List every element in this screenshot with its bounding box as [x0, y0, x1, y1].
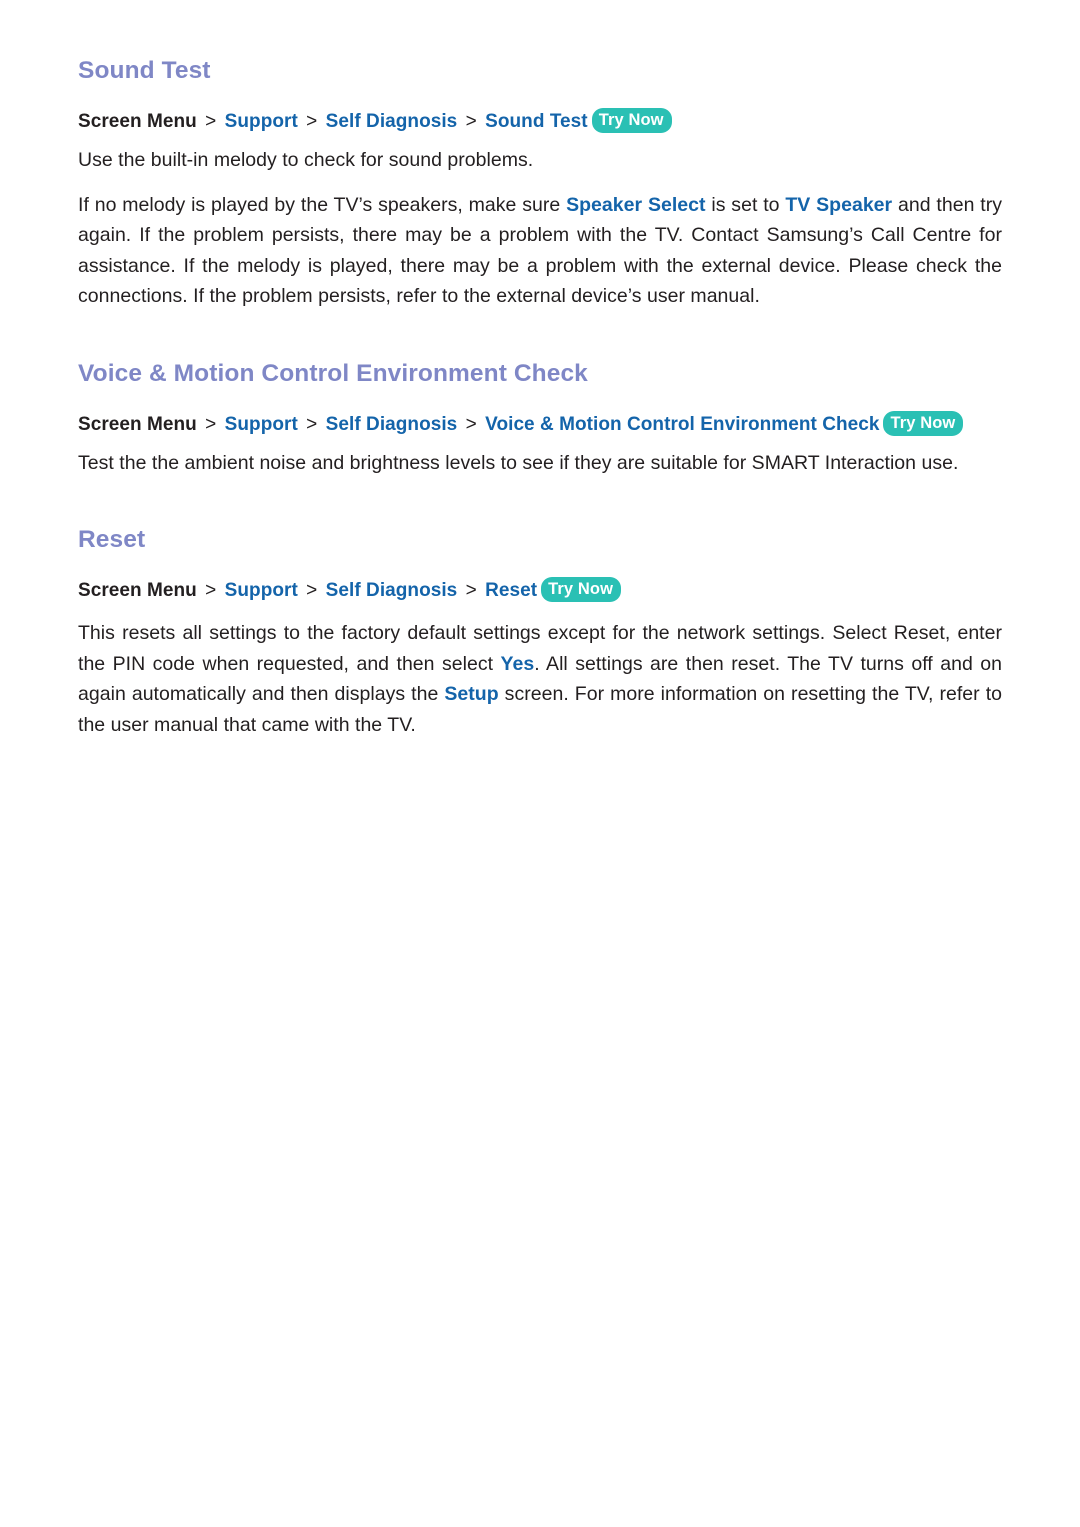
try-now-badge[interactable]: Try Now	[591, 108, 672, 133]
breadcrumb-separator: >	[306, 111, 318, 132]
section-voice-motion-control-environment-check: Voice & Motion Control Environment Check…	[78, 359, 1002, 479]
paragraph-sound-test-detail: If no melody is played by the TV’s speak…	[78, 190, 1002, 312]
section-sound-test: Sound Test Screen Menu > Support > Self …	[78, 56, 1002, 312]
breadcrumb-separator: >	[205, 413, 217, 435]
page-title-sound-test: Sound Test	[78, 57, 211, 84]
breadcrumb-reset: Screen Menu > Support > Self Diagnosis >…	[78, 577, 1002, 604]
breadcrumb-separator: >	[465, 580, 477, 601]
keyword-tv-speaker[interactable]: TV Speaker	[785, 194, 892, 216]
breadcrumb-item-sound-test[interactable]: Sound Test	[485, 111, 588, 132]
breadcrumb-item-self-diagnosis[interactable]: Self Diagnosis	[326, 580, 458, 601]
breadcrumb-item-voice-motion-control-environment-check[interactable]: Voice & Motion Control Environment Check	[485, 414, 879, 435]
breadcrumb-item-reset[interactable]: Reset	[485, 580, 537, 601]
text-run: If no melody is played by the TV’s speak…	[78, 193, 567, 216]
section-reset: Reset Screen Menu > Support > Self Diagn…	[78, 525, 1002, 740]
breadcrumb-separator: >	[465, 111, 477, 132]
page-title-reset: Reset	[78, 526, 146, 553]
breadcrumb-separator: >	[205, 580, 217, 601]
breadcrumb-separator: >	[205, 111, 217, 132]
breadcrumb-root: Screen Menu	[78, 580, 197, 601]
try-now-badge[interactable]: Try Now	[541, 577, 622, 602]
keyword-speaker-select[interactable]: Speaker Select	[566, 194, 705, 216]
breadcrumb-root: Screen Menu	[78, 413, 197, 435]
breadcrumb-item-support[interactable]: Support	[225, 580, 298, 601]
page-title-voice-motion-control-environment-check: Voice & Motion Control Environment Check	[78, 359, 588, 387]
text-run: is set to	[705, 193, 786, 216]
keyword-setup[interactable]: Setup	[444, 683, 498, 705]
document-content: Sound Test Screen Menu > Support > Self …	[78, 56, 1002, 740]
breadcrumb-separator: >	[306, 580, 318, 601]
keyword-yes[interactable]: Yes	[501, 653, 535, 675]
breadcrumb-separator: >	[465, 413, 477, 435]
document-page: Sound Test Screen Menu > Support > Self …	[0, 0, 1080, 1527]
breadcrumb-root: Screen Menu	[78, 111, 197, 132]
paragraph-voice-motion-control-environment-check: Test the the ambient noise and brightnes…	[78, 451, 959, 474]
breadcrumb-sound-test: Screen Menu > Support > Self Diagnosis >…	[78, 108, 1002, 135]
try-now-badge[interactable]: Try Now	[883, 410, 964, 436]
breadcrumb-item-support[interactable]: Support	[225, 414, 298, 435]
paragraph-sound-test-intro: Use the built-in melody to check for sou…	[78, 149, 534, 171]
paragraph-reset-detail: This resets all settings to the factory …	[78, 618, 1002, 740]
breadcrumb-separator: >	[306, 413, 318, 435]
breadcrumb-voice-motion-control-environment-check: Screen Menu > Support > Self Diagnosis >…	[78, 410, 1002, 438]
breadcrumb-item-self-diagnosis[interactable]: Self Diagnosis	[326, 111, 458, 132]
breadcrumb-item-self-diagnosis[interactable]: Self Diagnosis	[326, 414, 458, 435]
breadcrumb-item-support[interactable]: Support	[225, 111, 298, 132]
